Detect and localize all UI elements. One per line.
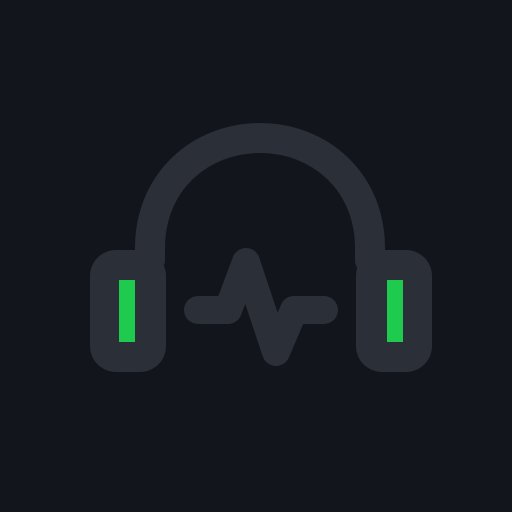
headphones-pulse-icon [0,0,512,512]
left-ear-cup-light [119,280,135,342]
app-icon [0,0,512,512]
right-ear-cup-light [387,280,403,342]
